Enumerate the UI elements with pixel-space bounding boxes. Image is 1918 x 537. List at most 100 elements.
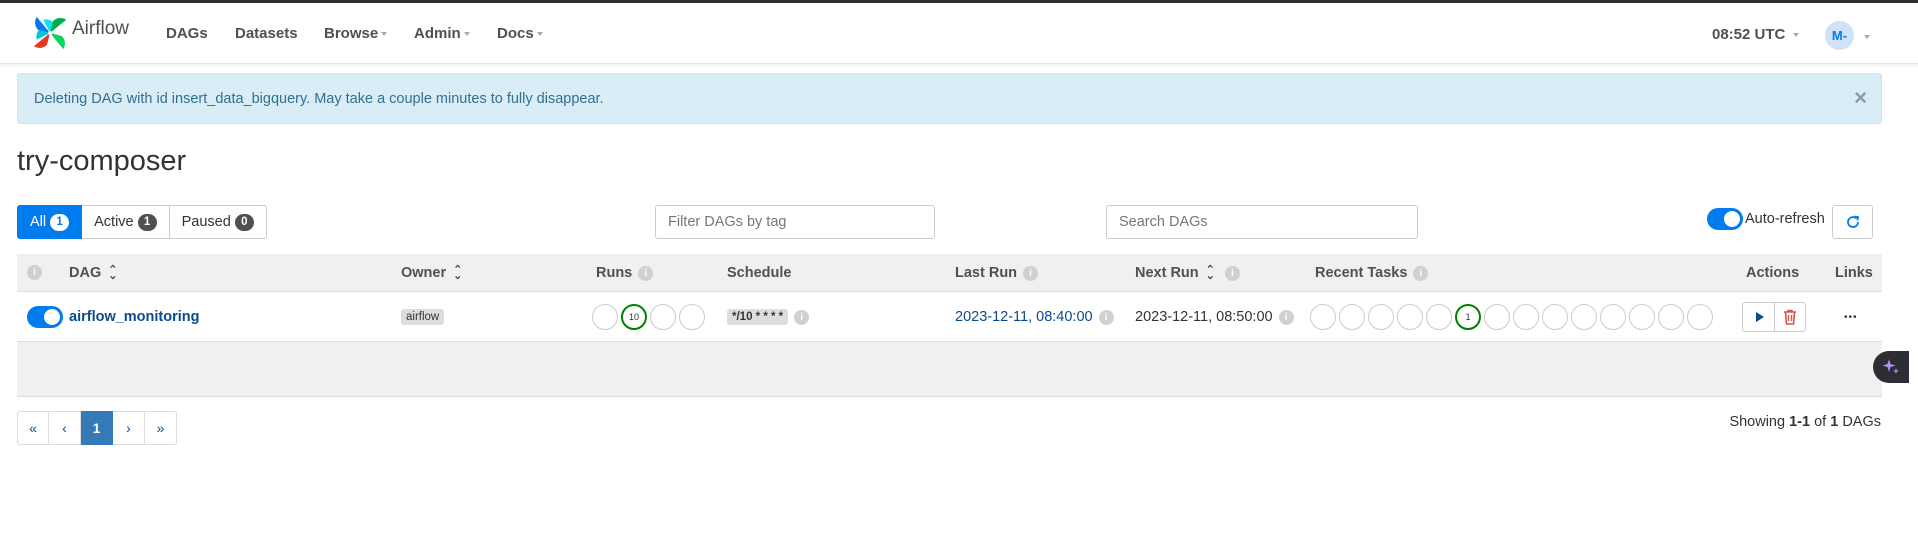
runs-cell: 10 — [592, 292, 708, 342]
chevron-down-icon — [536, 32, 543, 37]
more-links-icon[interactable]: ••• — [1844, 312, 1858, 323]
nav-admin[interactable]: Admin — [414, 25, 470, 42]
nav-datasets[interactable]: Datasets — [235, 25, 298, 42]
trash-icon — [1784, 309, 1796, 325]
task-state-circle[interactable] — [1629, 304, 1655, 330]
header-recent-tasks: Recent Tasks i — [1315, 265, 1429, 281]
header-links: Links — [1835, 265, 1873, 281]
schedule-cell: */10 * * * * i — [727, 292, 810, 342]
sort-icon: ⌃ ⌄ — [108, 264, 118, 282]
page-last-button[interactable]: » — [145, 411, 177, 445]
sort-icon: ⌃ ⌄ — [1205, 264, 1215, 282]
info-icon: i — [27, 265, 42, 280]
page-next-button[interactable]: › — [113, 411, 145, 445]
nav-dags[interactable]: DAGs — [166, 25, 208, 42]
delete-dag-button[interactable] — [1774, 303, 1805, 331]
next-run-cell: 2023-12-11, 08:50:00 i — [1135, 292, 1294, 342]
nav-admin-label: Admin — [414, 25, 461, 42]
nav-browse[interactable]: Browse — [324, 25, 388, 42]
task-state-circle[interactable] — [1542, 304, 1568, 330]
info-alert: Deleting DAG with id insert_data_bigquer… — [17, 73, 1882, 124]
filter-all-button[interactable]: All 1 — [17, 205, 83, 239]
showing-prefix: Showing — [1729, 414, 1786, 430]
task-state-circle[interactable] — [1571, 304, 1597, 330]
showing-of: of — [1814, 414, 1827, 430]
page-first-button[interactable]: « — [17, 411, 49, 445]
task-state-circle[interactable] — [1426, 304, 1452, 330]
showing-suffix: DAGs — [1842, 414, 1881, 430]
showing-summary: Showing 1-1 of 1 DAGs — [1729, 414, 1881, 430]
nav-browse-label: Browse — [324, 25, 379, 42]
table-footer-row — [17, 342, 1882, 397]
ai-assistant-button[interactable] — [1873, 351, 1909, 383]
header-owner-label: Owner — [401, 265, 447, 281]
tag-filter-input[interactable] — [655, 205, 935, 239]
task-state-circle[interactable] — [1397, 304, 1423, 330]
filter-all-label: All — [30, 214, 47, 230]
header-next-run[interactable]: Next Run ⌃ ⌄ i — [1135, 264, 1240, 282]
header-next-run-label: Next Run — [1135, 265, 1199, 281]
page-current-button[interactable]: 1 — [81, 411, 113, 445]
info-icon[interactable]: i — [1224, 265, 1240, 281]
header-schedule: Schedule — [727, 265, 791, 281]
auto-refresh-toggle[interactable] — [1707, 208, 1743, 230]
run-state-circle[interactable] — [679, 304, 705, 330]
dags-table: i DAG ⌃ ⌄ Owner ⌃ ⌄ Runs i Schedule Last Run i… — [17, 254, 1882, 397]
filter-active-label: Active — [94, 214, 134, 230]
sparkle-icon — [1882, 359, 1899, 374]
page-prev-button[interactable]: ‹ — [49, 411, 81, 445]
header-owner[interactable]: Owner ⌃ ⌄ — [401, 265, 462, 282]
filter-active-button[interactable]: Active 1 — [82, 205, 170, 239]
header-dag[interactable]: DAG ⌃ ⌄ — [69, 264, 118, 282]
clock-label: 08:52 UTC — [1712, 26, 1786, 43]
filter-paused-label: Paused — [181, 214, 231, 230]
info-icon[interactable]: i — [1098, 309, 1114, 325]
dag-cell: airflow_monitoring — [27, 292, 200, 342]
info-icon[interactable]: i — [638, 265, 654, 281]
info-icon[interactable]: i — [1023, 265, 1039, 281]
run-state-circle[interactable] — [650, 304, 676, 330]
filter-paused-button[interactable]: Paused 0 — [169, 205, 267, 239]
action-buttons — [1742, 302, 1806, 332]
task-state-circle[interactable] — [1368, 304, 1394, 330]
nav-docs[interactable]: Docs — [497, 25, 543, 42]
owner-tag[interactable]: airflow — [401, 309, 445, 325]
task-state-circle-success[interactable]: 1 — [1455, 304, 1481, 330]
task-state-circle[interactable] — [1687, 304, 1713, 330]
nav-docs-label: Docs — [497, 25, 534, 42]
header-actions: Actions — [1746, 265, 1800, 281]
select-all-header: i — [27, 265, 42, 280]
next-run-value: 2023-12-11, 08:50:00 — [1135, 309, 1273, 325]
task-state-circle[interactable] — [1658, 304, 1684, 330]
chevron-down-icon[interactable] — [1864, 35, 1870, 39]
task-state-circle[interactable] — [1310, 304, 1336, 330]
run-state-circle[interactable] — [592, 304, 618, 330]
showing-range: 1-1 — [1789, 414, 1811, 430]
page-title: try-composer — [17, 145, 187, 177]
brand-link[interactable]: Airflow — [31, 13, 129, 53]
run-state-circle-success[interactable]: 10 — [621, 304, 647, 330]
trigger-dag-button[interactable] — [1743, 303, 1774, 331]
dag-id-link[interactable]: airflow_monitoring — [69, 309, 200, 325]
search-input[interactable] — [1106, 205, 1418, 239]
task-state-circle[interactable] — [1513, 304, 1539, 330]
links-cell: ••• — [1844, 292, 1858, 342]
info-icon[interactable]: i — [1413, 265, 1429, 281]
chevron-down-icon — [381, 32, 388, 37]
alert-message: Deleting DAG with id insert_data_bigquer… — [34, 91, 604, 107]
header-schedule-label: Schedule — [727, 265, 792, 281]
header-runs: Runs i — [596, 265, 654, 281]
header-runs-label: Runs — [596, 265, 633, 281]
task-state-circle[interactable] — [1600, 304, 1626, 330]
dag-pause-toggle[interactable] — [27, 306, 63, 328]
task-state-circle[interactable] — [1339, 304, 1365, 330]
last-run-link[interactable]: 2023-12-11, 08:40:00 — [955, 309, 1093, 325]
refresh-button[interactable] — [1832, 205, 1873, 239]
task-state-circle[interactable] — [1484, 304, 1510, 330]
info-icon[interactable]: i — [1278, 309, 1294, 325]
user-avatar[interactable]: M- — [1825, 21, 1854, 50]
utc-clock[interactable]: 08:52 UTC — [1712, 26, 1800, 43]
close-icon[interactable]: × — [1854, 87, 1867, 109]
info-icon[interactable]: i — [794, 309, 810, 325]
last-run-cell: 2023-12-11, 08:40:00 i — [955, 292, 1114, 342]
